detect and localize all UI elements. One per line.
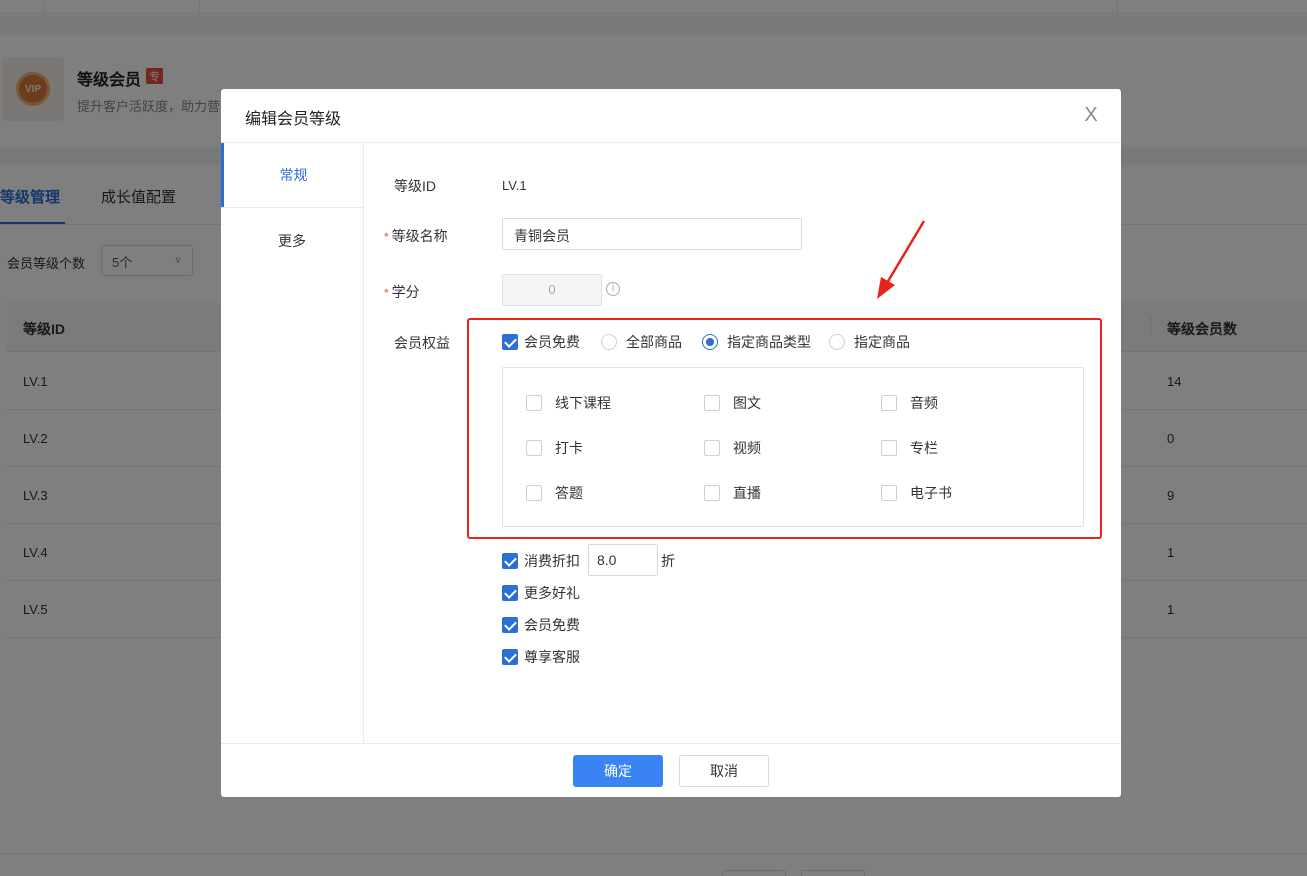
side-nav: 常规 更多 [221, 143, 364, 743]
checkbox-checked-icon [502, 553, 518, 569]
level-name-label-text: 等级名称 [391, 228, 448, 244]
member-rights-label: 会员权益 [394, 335, 450, 351]
checkbox-checked-icon [502, 617, 518, 633]
side-nav-general[interactable]: 常规 [221, 143, 363, 207]
annotation-arrow-icon [877, 220, 926, 299]
checkbox-checked-icon [502, 649, 518, 665]
level-id-value: LV.1 [502, 178, 527, 193]
required-mark: * [384, 286, 389, 300]
close-icon[interactable]: X [1079, 103, 1103, 127]
modal-header: 编辑会员等级 X [221, 89, 1121, 143]
gifts-checkbox[interactable]: 更多好礼 [502, 583, 580, 603]
required-mark: * [384, 230, 389, 244]
credit-input[interactable]: 0 [502, 274, 602, 306]
modal-footer: 确定 取消 [221, 743, 1121, 797]
discount-label: 消费折扣 [524, 553, 580, 569]
confirm-button[interactable]: 确定 [573, 755, 663, 787]
vip-service-label: 尊享客服 [524, 649, 580, 665]
credit-label: * 学分 [384, 282, 420, 302]
edit-level-modal: 编辑会员等级 X 常规 更多 等级ID LV.1 * 等级名称 青铜会员 * 学分 … [221, 89, 1121, 797]
member-free-extra-label: 会员免费 [524, 617, 580, 633]
member-free-extra-checkbox[interactable]: 会员免费 [502, 615, 580, 635]
discount-checkbox[interactable]: 消费折扣 [502, 551, 580, 571]
credit-label-text: 学分 [391, 284, 420, 300]
vip-service-checkbox[interactable]: 尊享客服 [502, 647, 580, 667]
discount-unit: 折 [661, 553, 675, 569]
level-name-label: * 等级名称 [384, 226, 448, 246]
info-icon[interactable]: i [606, 282, 620, 296]
discount-input[interactable]: 8.0 [588, 544, 658, 576]
cancel-button[interactable]: 取消 [679, 755, 769, 787]
level-name-input[interactable]: 青铜会员 [502, 218, 802, 250]
checkbox-checked-icon [502, 585, 518, 601]
side-nav-more[interactable]: 更多 [221, 207, 363, 273]
annotation-highlight-box [467, 318, 1102, 539]
level-id-label: 等级ID [394, 178, 436, 194]
gifts-label: 更多好礼 [524, 585, 580, 601]
modal-title: 编辑会员等级 [245, 111, 342, 128]
